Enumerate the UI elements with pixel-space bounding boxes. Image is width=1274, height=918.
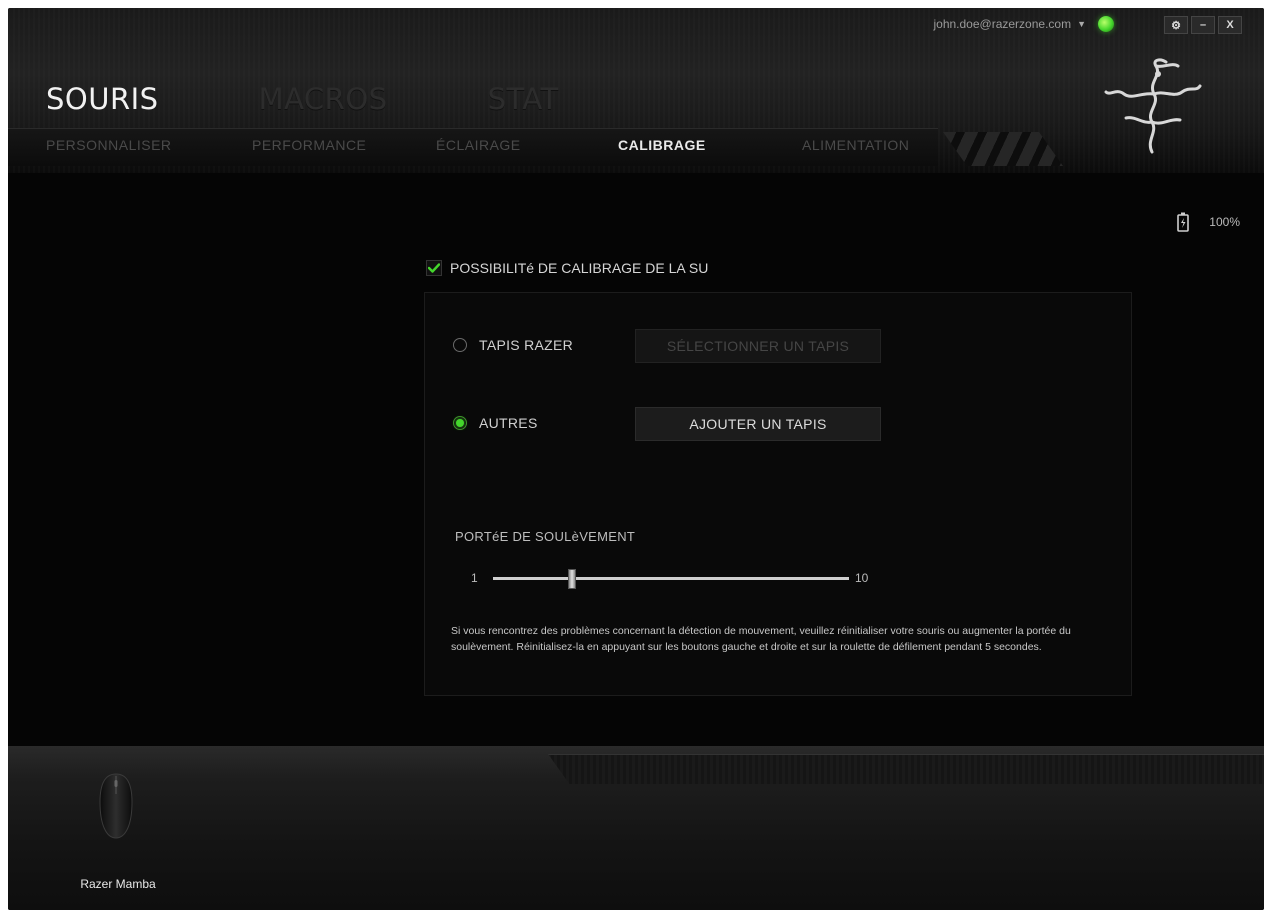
slider-max-label: 10 [855,571,869,585]
slider-thumb[interactable] [568,569,577,589]
online-status-icon[interactable] [1098,16,1114,32]
razer-logo-icon [1104,58,1202,154]
checkmark-icon [428,263,440,273]
tab-stat[interactable]: STAT [488,82,559,116]
subtab-performance[interactable]: PERFORMANCE [252,137,366,153]
radio-other-mat[interactable]: AUTRES [453,415,538,431]
subtab-calibrage[interactable]: CALIBRAGE [618,137,706,153]
mouse-icon [99,773,133,839]
help-text: Si vous rencontrez des problèmes concern… [451,625,1071,653]
tab-macros[interactable]: MACROS [259,82,388,116]
slider-min-label: 1 [471,571,478,585]
add-mat-button[interactable]: AJOUTER UN TAPIS [635,407,881,441]
battery-level: 100% [1209,215,1240,229]
device-bar-ledge [548,754,1264,784]
radio-razer-mat-circle[interactable] [453,338,467,352]
radio-other-mat-label: AUTRES [479,415,538,431]
radio-razer-mat-label: TAPIS RAZER [479,337,574,353]
checkbox[interactable] [426,260,442,276]
account-menu[interactable]: john.doe@razerzone.com ▼ [933,16,1114,32]
subtab-alimentation[interactable]: ALIMENTATION [802,137,909,153]
razer-synapse-window: john.doe@razerzone.com ▼ ⚙ – X SOURIS MA… [8,8,1264,910]
minimize-button[interactable]: – [1191,16,1215,34]
radio-other-mat-circle[interactable] [453,416,467,430]
chevron-down-icon: ▼ [1077,19,1086,29]
close-button[interactable]: X [1218,16,1242,34]
battery-status: 100% [1177,212,1240,232]
calibration-panel: TAPIS RAZER SÉLECTIONNER UN TAPIS AUTRES… [424,292,1132,696]
lift-range-title: PORTéE DE SOULèVEMENT [455,529,636,544]
account-email: john.doe@razerzone.com [933,17,1072,31]
subtab-personnaliser[interactable]: PERSONNALISER [46,137,172,153]
device-thumbnail[interactable] [66,772,166,845]
radio-razer-mat[interactable]: TAPIS RAZER [453,337,573,353]
battery-icon [1177,212,1190,232]
subtab-eclairage[interactable]: ÉCLAIRAGE [436,137,521,153]
device-name: Razer Mamba [80,877,156,891]
tab-souris[interactable]: SOURIS [46,82,159,116]
calibration-enable-checkbox[interactable]: POSSIBILITé DE CALIBRAGE DE LA SU [426,260,708,276]
window-controls: ⚙ – X [1164,16,1242,34]
settings-gear-icon[interactable]: ⚙ [1164,16,1188,34]
calibration-enable-label: POSSIBILITé DE CALIBRAGE DE LA SU [450,260,709,276]
lift-range-slider[interactable] [493,569,849,589]
select-mat-button[interactable]: SÉLECTIONNER UN TAPIS [635,329,881,363]
main-nav: SOURIS MACROS STAT [46,82,659,116]
